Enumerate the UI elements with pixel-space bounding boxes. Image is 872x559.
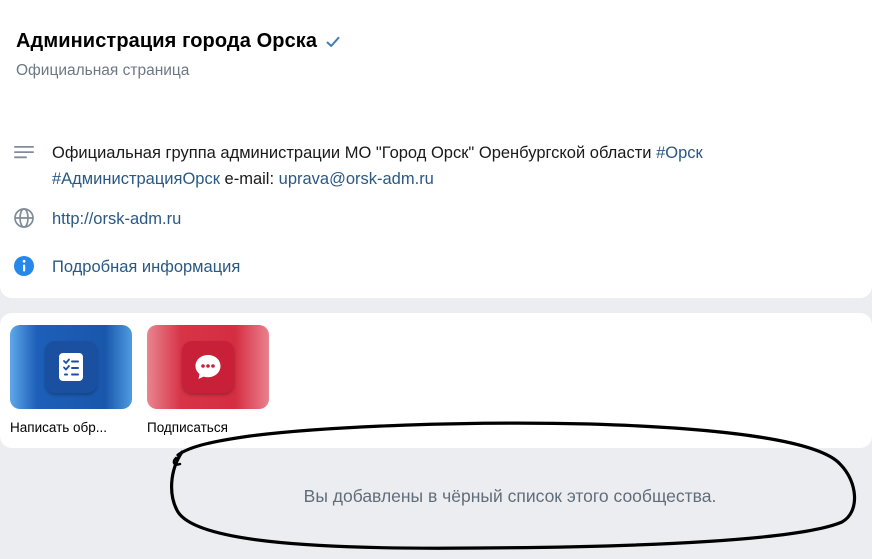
- verified-check-icon: [325, 34, 341, 50]
- write-appeal-label: Написать обр...: [10, 420, 108, 435]
- description-row: Официальная группа администрации МО "Гор…: [12, 140, 862, 192]
- description-lines-icon: [12, 140, 36, 164]
- website-row: http://orsk-adm.ru: [12, 206, 181, 232]
- actions-card: Написать обр... Подписаться: [0, 313, 872, 448]
- email-label: e-mail:: [219, 170, 279, 188]
- community-title: Администрация города Орска: [16, 30, 318, 52]
- info-icon: [12, 254, 36, 278]
- community-header: Администрация города Орска Официальная с…: [0, 0, 872, 298]
- website-link[interactable]: http://orsk-adm.ru: [52, 206, 181, 232]
- globe-icon: [12, 206, 36, 230]
- more-info-link[interactable]: Подробная информация: [52, 254, 240, 280]
- title-row: Администрация города Орска: [16, 30, 341, 53]
- hashtag-orsk[interactable]: #Орск: [656, 144, 703, 162]
- community-description: Официальная группа администрации МО "Гор…: [52, 140, 703, 192]
- subscribe-tile[interactable]: [147, 325, 269, 409]
- more-info-row[interactable]: Подробная информация: [12, 254, 240, 280]
- subscribe-button[interactable]: Подписаться: [147, 325, 269, 435]
- community-subtitle: Официальная страница: [16, 62, 190, 79]
- description-text: Официальная группа администрации МО "Гор…: [52, 144, 657, 162]
- checklist-icon: [45, 341, 97, 393]
- blacklist-notice-text: Вы добавлены в чёрный список этого сообщ…: [303, 485, 717, 506]
- write-appeal-tile[interactable]: [10, 325, 132, 409]
- subscribe-label: Подписаться: [147, 420, 228, 435]
- write-appeal-button[interactable]: Написать обр...: [10, 325, 132, 435]
- chat-bubble-icon: [182, 341, 234, 393]
- blacklist-notice: Вы добавлены в чёрный список этого сообщ…: [0, 448, 872, 544]
- email-link[interactable]: uprava@orsk-adm.ru: [279, 170, 434, 188]
- hashtag-administration[interactable]: #АдминистрацияОрск: [52, 170, 220, 188]
